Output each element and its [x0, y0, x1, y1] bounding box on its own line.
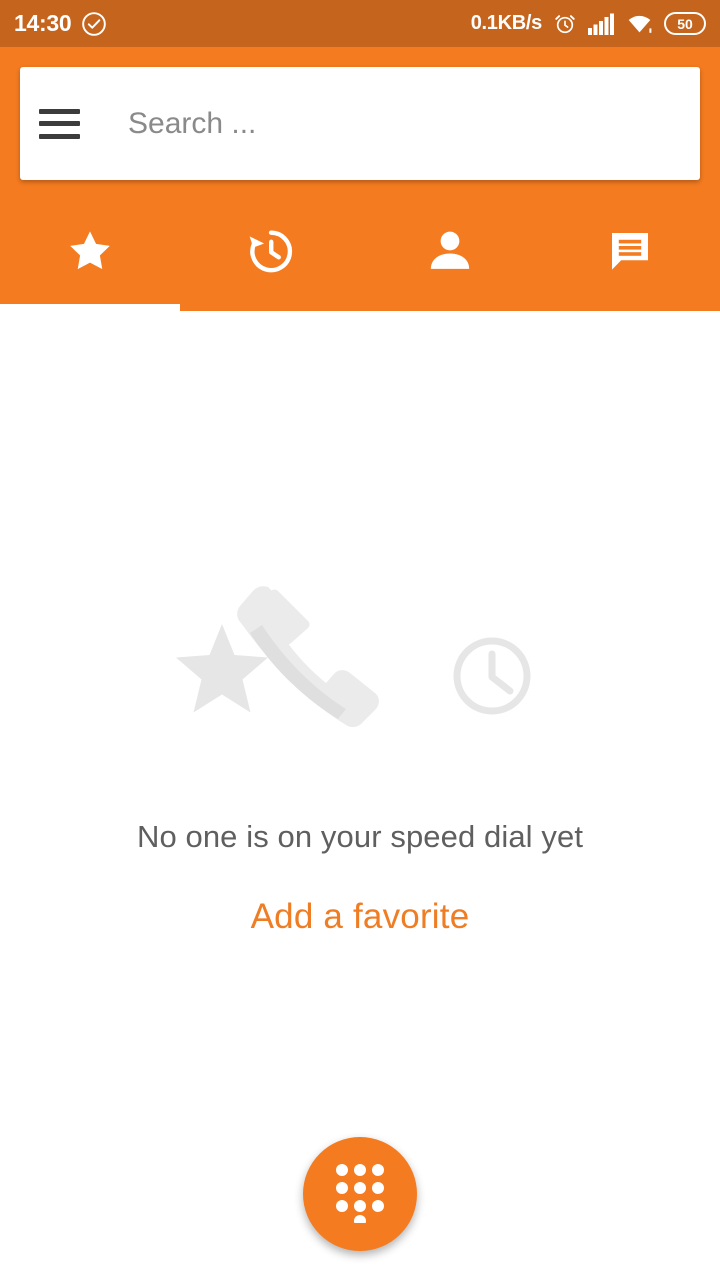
status-bar-left: 14:30: [14, 10, 107, 37]
tab-active-indicator: [0, 304, 180, 311]
empty-state: No one is on your speed dial yet Add a f…: [0, 569, 720, 937]
content-area: No one is on your speed dial yet Add a f…: [0, 311, 720, 1280]
search-input[interactable]: [98, 67, 700, 180]
history-clock-icon: [243, 224, 297, 278]
dialpad-fab-button[interactable]: [303, 1137, 417, 1251]
tab-recents[interactable]: [180, 199, 360, 311]
add-favorite-button[interactable]: Add a favorite: [251, 897, 470, 937]
star-icon: [63, 224, 117, 278]
dialpad-icon: [333, 1161, 387, 1228]
tab-messages[interactable]: [540, 199, 720, 311]
person-icon: [423, 224, 477, 278]
tab-contacts[interactable]: [360, 199, 540, 311]
star-phone-clock-illustration: [150, 569, 570, 769]
battery-icon: 50: [664, 12, 706, 35]
message-bubble-icon: [603, 224, 657, 278]
tab-bar: [0, 199, 720, 311]
check-circle-icon: [81, 11, 107, 37]
status-bar-right: 0.1KB/s 50: [471, 12, 706, 36]
alarm-clock-icon: [553, 12, 577, 36]
hamburger-menu-icon: [38, 108, 80, 139]
app-bar: [0, 47, 720, 311]
status-bar: 14:30 0.1KB/s 50: [0, 0, 720, 47]
wifi-icon: [626, 13, 653, 35]
tab-favorites[interactable]: [0, 199, 180, 311]
search-bar[interactable]: [20, 67, 700, 180]
menu-button[interactable]: [20, 67, 98, 180]
battery-level-label: 50: [677, 15, 693, 32]
empty-state-title: No one is on your speed dial yet: [136, 819, 584, 854]
status-bar-clock: 14:30: [14, 10, 72, 36]
network-speed-label: 0.1KB/s: [470, 12, 543, 34]
cellular-signal-icon: [588, 13, 615, 35]
